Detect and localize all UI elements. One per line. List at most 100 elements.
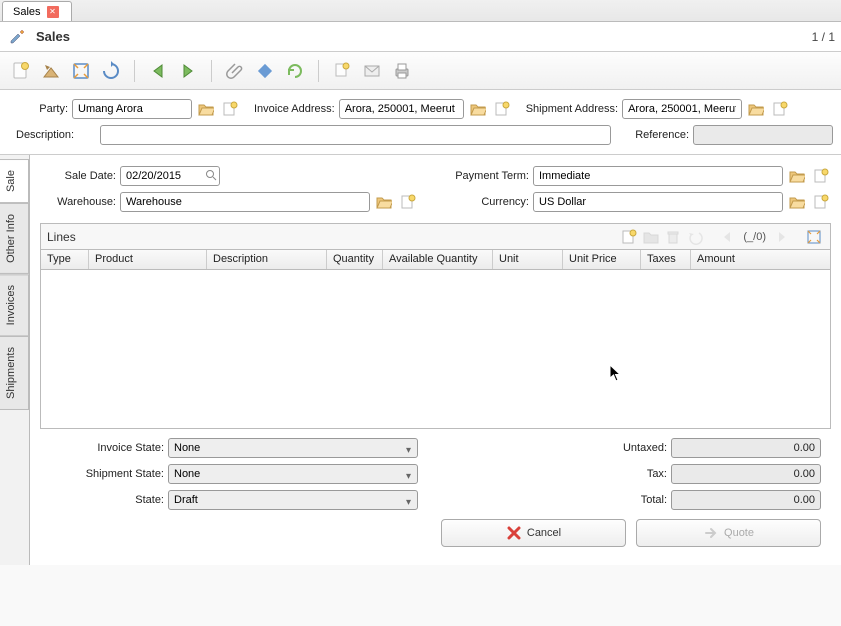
quote-label: Quote xyxy=(724,527,754,539)
lines-new-button[interactable] xyxy=(619,227,639,247)
cancel-icon xyxy=(506,525,522,541)
shipment-address-open-button[interactable] xyxy=(746,99,766,119)
payment-term-input[interactable] xyxy=(533,166,783,186)
warehouse-label: Warehouse: xyxy=(44,196,116,208)
states-panel: Invoice State: None Shipment State: None… xyxy=(50,435,418,513)
currency-new-button[interactable] xyxy=(811,192,831,212)
col-product[interactable]: Product xyxy=(89,250,207,269)
shipment-state-label: Shipment State: xyxy=(54,468,164,480)
total-value: 0.00 xyxy=(671,490,821,510)
tax-label: Tax: xyxy=(597,468,667,480)
bottom-panel: Invoice State: None Shipment State: None… xyxy=(40,429,831,519)
col-avail-qty[interactable]: Available Quantity xyxy=(383,250,493,269)
untaxed-value: 0.00 xyxy=(671,438,821,458)
invoice-state-select[interactable]: None xyxy=(168,438,418,458)
party-label: Party: xyxy=(16,103,68,115)
side-tab-other-info[interactable]: Other Info xyxy=(0,203,29,274)
party-new-button[interactable] xyxy=(220,99,240,119)
toolbar-separator xyxy=(318,60,319,82)
cancel-button[interactable]: Cancel xyxy=(441,519,626,547)
relate-button[interactable] xyxy=(282,58,308,84)
action-buttons: Cancel Quote xyxy=(40,519,831,557)
report-button[interactable] xyxy=(329,58,355,84)
col-unit-price[interactable]: Unit Price xyxy=(563,250,641,269)
attachment-button[interactable] xyxy=(222,58,248,84)
state-select[interactable]: Draft xyxy=(168,490,418,510)
warehouse-new-button[interactable] xyxy=(398,192,418,212)
shipment-address-label: Shipment Address: xyxy=(526,103,618,115)
payment-term-new-button[interactable] xyxy=(811,166,831,186)
currency-input[interactable] xyxy=(533,192,783,212)
calendar-icon[interactable] xyxy=(205,169,217,181)
header-form: Party: Invoice Address: Shipment Address… xyxy=(0,90,841,154)
prev-record-button[interactable] xyxy=(145,58,171,84)
side-tabs: Sale Other Info Invoices Shipments xyxy=(0,155,30,565)
state-label: State: xyxy=(54,494,164,506)
invoice-state-label: Invoice State: xyxy=(54,442,164,454)
next-record-button[interactable] xyxy=(175,58,201,84)
record-pager: 1 / 1 xyxy=(812,30,835,44)
col-type[interactable]: Type xyxy=(41,250,89,269)
lines-prev-button[interactable] xyxy=(717,227,737,247)
warehouse-input[interactable] xyxy=(120,192,370,212)
col-amount[interactable]: Amount xyxy=(691,250,830,269)
col-description[interactable]: Description xyxy=(207,250,327,269)
payment-term-label: Payment Term: xyxy=(455,170,529,182)
tools-icon[interactable] xyxy=(6,28,28,46)
tab-bar: Sales ✕ xyxy=(0,0,841,22)
toolbar-separator xyxy=(211,60,212,82)
lines-grid[interactable]: Type Product Description Quantity Availa… xyxy=(40,249,831,429)
side-tab-sale[interactable]: Sale xyxy=(0,159,29,203)
reload-button[interactable] xyxy=(98,58,124,84)
switch-view-button[interactable] xyxy=(68,58,94,84)
cancel-label: Cancel xyxy=(527,527,561,539)
invoice-address-input[interactable] xyxy=(339,99,464,119)
save-record-button[interactable] xyxy=(38,58,64,84)
shipment-address-input[interactable] xyxy=(622,99,742,119)
lines-switch-view-button[interactable] xyxy=(804,227,824,247)
party-input[interactable] xyxy=(72,99,192,119)
currency-open-button[interactable] xyxy=(787,192,807,212)
col-taxes[interactable]: Taxes xyxy=(641,250,691,269)
reference-label: Reference: xyxy=(635,129,689,141)
payment-term-open-button[interactable] xyxy=(787,166,807,186)
arrow-right-icon xyxy=(703,525,719,541)
reference-input xyxy=(693,125,833,145)
new-record-button[interactable] xyxy=(8,58,34,84)
lines-header: Lines (_/0) xyxy=(40,223,831,249)
email-button[interactable] xyxy=(359,58,385,84)
lines-title: Lines xyxy=(47,230,76,244)
print-button[interactable] xyxy=(389,58,415,84)
action-button[interactable] xyxy=(252,58,278,84)
main-toolbar xyxy=(0,52,841,90)
untaxed-label: Untaxed: xyxy=(597,442,667,454)
page-title: Sales xyxy=(36,29,70,44)
lines-nav-label: (_/0) xyxy=(739,231,770,243)
toolbar-separator xyxy=(134,60,135,82)
shipment-address-new-button[interactable] xyxy=(770,99,790,119)
lines-delete-button[interactable] xyxy=(663,227,683,247)
tab-sales[interactable]: Sales ✕ xyxy=(2,1,72,21)
side-tab-invoices[interactable]: Invoices xyxy=(0,274,29,336)
col-quantity[interactable]: Quantity xyxy=(327,250,383,269)
description-input[interactable] xyxy=(100,125,611,145)
totals-panel: Untaxed: 0.00 Tax: 0.00 Total: 0.00 xyxy=(593,435,821,513)
sale-date-label: Sale Date: xyxy=(44,170,116,182)
invoice-address-new-button[interactable] xyxy=(492,99,512,119)
lines-open-button[interactable] xyxy=(641,227,661,247)
col-unit[interactable]: Unit xyxy=(493,250,563,269)
grid-header: Type Product Description Quantity Availa… xyxy=(41,250,830,270)
currency-label: Currency: xyxy=(481,196,529,208)
warehouse-open-button[interactable] xyxy=(374,192,394,212)
lines-undo-button[interactable] xyxy=(685,227,705,247)
invoice-address-open-button[interactable] xyxy=(468,99,488,119)
party-open-button[interactable] xyxy=(196,99,216,119)
invoice-address-label: Invoice Address: xyxy=(254,103,335,115)
side-tab-shipments[interactable]: Shipments xyxy=(0,336,29,410)
lines-next-button[interactable] xyxy=(772,227,792,247)
description-label: Description: xyxy=(16,129,96,141)
shipment-state-select[interactable]: None xyxy=(168,464,418,484)
close-icon[interactable]: ✕ xyxy=(47,6,59,18)
quote-button[interactable]: Quote xyxy=(636,519,821,547)
grid-body[interactable] xyxy=(41,270,830,428)
